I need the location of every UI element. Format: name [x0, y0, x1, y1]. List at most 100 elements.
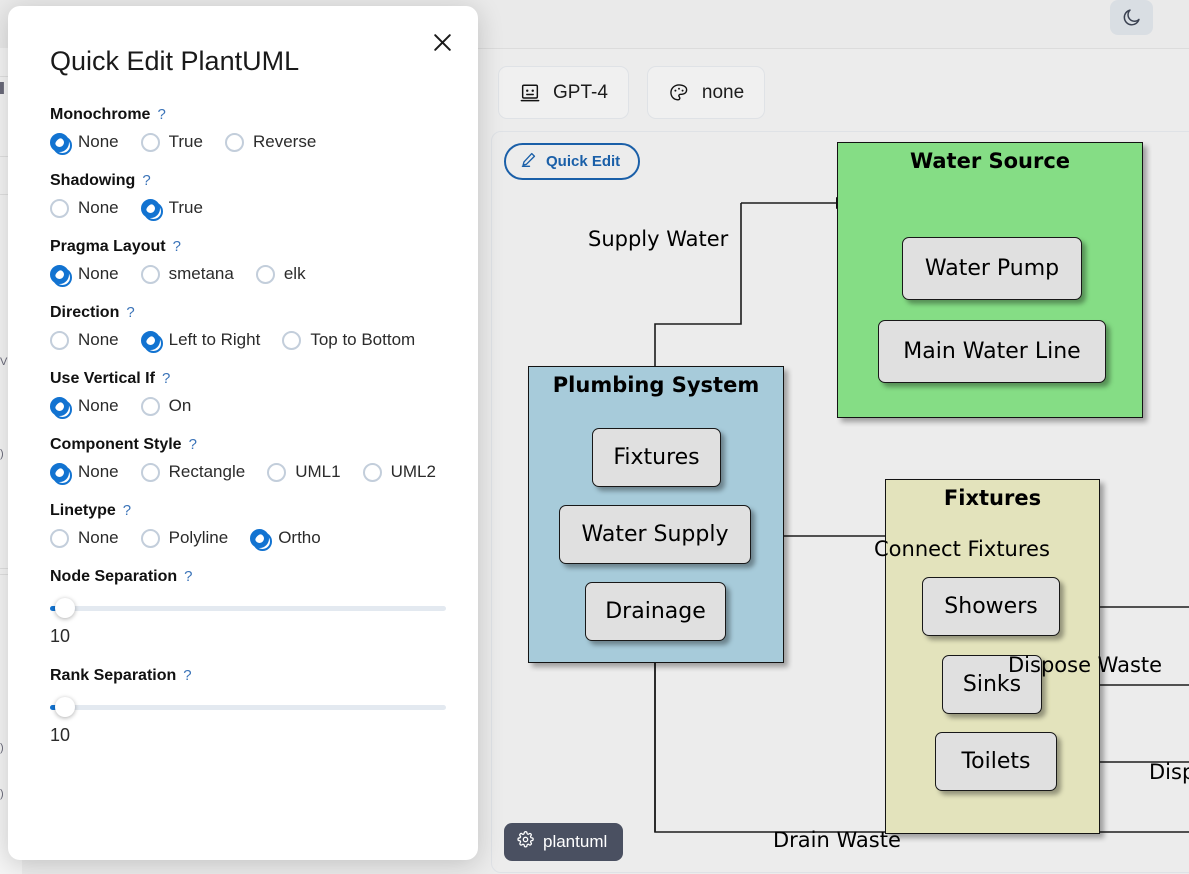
radio-dot [267, 463, 286, 482]
node-toilets[interactable]: Toilets [935, 732, 1057, 791]
edge-label-drain-waste: Drain Waste [773, 828, 901, 852]
help-icon[interactable]: ? [183, 667, 191, 684]
field-label: Direction ? [50, 304, 448, 322]
quick-edit-label: Quick Edit [546, 153, 620, 170]
help-icon[interactable]: ? [184, 568, 192, 585]
radio-dot [141, 133, 160, 152]
radio-dot [50, 463, 69, 482]
radio-shadowing-true[interactable]: True [141, 198, 203, 218]
slider-thumb[interactable] [55, 598, 75, 618]
help-icon[interactable]: ? [142, 172, 150, 189]
close-icon[interactable] [424, 24, 460, 60]
settings-chip-row: GPT-4 none [498, 66, 765, 119]
package-title: Fixtures [886, 486, 1099, 510]
radio-pragma-elk[interactable]: elk [256, 264, 306, 284]
radio-dot [141, 265, 160, 284]
field-shadowing: Shadowing ? None True [50, 172, 448, 218]
radio-component-uml1[interactable]: UML1 [267, 462, 340, 482]
help-icon[interactable]: ? [126, 304, 134, 321]
page-title: Quick Edit PlantUML [50, 46, 299, 77]
field-pragma-layout: Pragma Layout ? None smetana elk [50, 238, 448, 284]
radio-vertical-if-on[interactable]: On [141, 396, 192, 416]
help-icon[interactable]: ? [123, 502, 131, 519]
help-icon[interactable]: ? [157, 106, 165, 123]
field-label: Shadowing ? [50, 172, 448, 190]
help-icon[interactable]: ? [189, 436, 197, 453]
radio-group-monochrome: None True Reverse [50, 132, 448, 152]
moon-icon [1121, 7, 1142, 28]
radio-direction-top-to-bottom[interactable]: Top to Bottom [282, 330, 415, 350]
radio-dot [225, 133, 244, 152]
node-water-supply[interactable]: Water Supply [559, 505, 751, 564]
radio-monochrome-true[interactable]: True [141, 132, 203, 152]
node-separation-slider[interactable] [50, 596, 446, 620]
radio-vertical-if-none[interactable]: None [50, 396, 119, 416]
radio-component-rectangle[interactable]: Rectangle [141, 462, 246, 482]
radio-monochrome-none[interactable]: None [50, 132, 119, 152]
radio-group-linetype: None Polyline Ortho [50, 528, 448, 548]
field-rank-separation: Rank Separation ? 10 [50, 667, 448, 746]
package-title: Plumbing System [529, 373, 783, 397]
model-selector-label: GPT-4 [553, 82, 608, 104]
node-showers[interactable]: Showers [922, 577, 1060, 636]
radio-pragma-none[interactable]: None [50, 264, 119, 284]
renderer-badge[interactable]: plantuml [504, 823, 623, 861]
radio-dot [141, 331, 160, 350]
radio-dot [50, 265, 69, 284]
radio-dot [256, 265, 275, 284]
field-label: Component Style ? [50, 436, 448, 454]
radio-linetype-none[interactable]: None [50, 528, 119, 548]
radio-shadowing-none[interactable]: None [50, 198, 119, 218]
renderer-label: plantuml [543, 832, 607, 852]
radio-monochrome-reverse[interactable]: Reverse [225, 132, 316, 152]
radio-dot [50, 199, 69, 218]
modal-form: Monochrome ? None True Reverse [50, 106, 448, 766]
field-component-style: Component Style ? None Rectangle UML1 [50, 436, 448, 482]
slider-thumb[interactable] [55, 697, 75, 717]
radio-component-uml2[interactable]: UML2 [363, 462, 436, 482]
style-selector-chip[interactable]: none [647, 66, 765, 119]
quick-edit-button[interactable]: Quick Edit [504, 143, 640, 180]
plantuml-diagram: Water Source Water Pump Main Water Line … [492, 132, 1189, 872]
node-water-pump[interactable]: Water Pump [902, 237, 1082, 300]
diagram-panel: Water Source Water Pump Main Water Line … [491, 131, 1189, 873]
radio-group-pragma-layout: None smetana elk [50, 264, 448, 284]
radio-dot [282, 331, 301, 350]
radio-dot [141, 529, 160, 548]
help-icon[interactable]: ? [162, 370, 170, 387]
field-linetype: Linetype ? None Polyline Ortho [50, 502, 448, 548]
field-label: Monochrome ? [50, 106, 448, 124]
node-fixtures-inner[interactable]: Fixtures [592, 428, 721, 487]
help-icon[interactable]: ? [173, 238, 181, 255]
radio-linetype-ortho[interactable]: Ortho [250, 528, 321, 548]
field-monochrome: Monochrome ? None True Reverse [50, 106, 448, 152]
slider-track [50, 705, 446, 710]
radio-dot [50, 529, 69, 548]
radio-direction-left-to-right[interactable]: Left to Right [141, 330, 261, 350]
field-label: Rank Separation ? [50, 667, 448, 685]
radio-dot [363, 463, 382, 482]
edge-label-dispose-waste: Dispose Waste [1008, 653, 1162, 677]
rank-separation-slider[interactable] [50, 695, 446, 719]
node-drainage[interactable]: Drainage [585, 582, 726, 641]
package-title: Water Source [838, 149, 1142, 173]
node-main-water-line[interactable]: Main Water Line [878, 320, 1106, 383]
radio-linetype-polyline[interactable]: Polyline [141, 528, 229, 548]
field-node-separation: Node Separation ? 10 [50, 568, 448, 647]
field-label: Use Vertical If ? [50, 370, 448, 388]
palette-icon [668, 82, 690, 104]
radio-pragma-smetana[interactable]: smetana [141, 264, 234, 284]
slider-track [50, 606, 446, 611]
radio-dot [250, 529, 269, 548]
field-label: Pragma Layout ? [50, 238, 448, 256]
pencil-icon [520, 151, 537, 172]
radio-direction-none[interactable]: None [50, 330, 119, 350]
dark-mode-toggle-button[interactable] [1110, 0, 1153, 35]
radio-dot [141, 397, 160, 416]
radio-dot [50, 331, 69, 350]
radio-component-none[interactable]: None [50, 462, 119, 482]
field-label: Node Separation ? [50, 568, 448, 586]
model-selector-chip[interactable]: GPT-4 [498, 66, 629, 119]
node-separation-value: 10 [50, 626, 448, 647]
radio-dot [50, 397, 69, 416]
